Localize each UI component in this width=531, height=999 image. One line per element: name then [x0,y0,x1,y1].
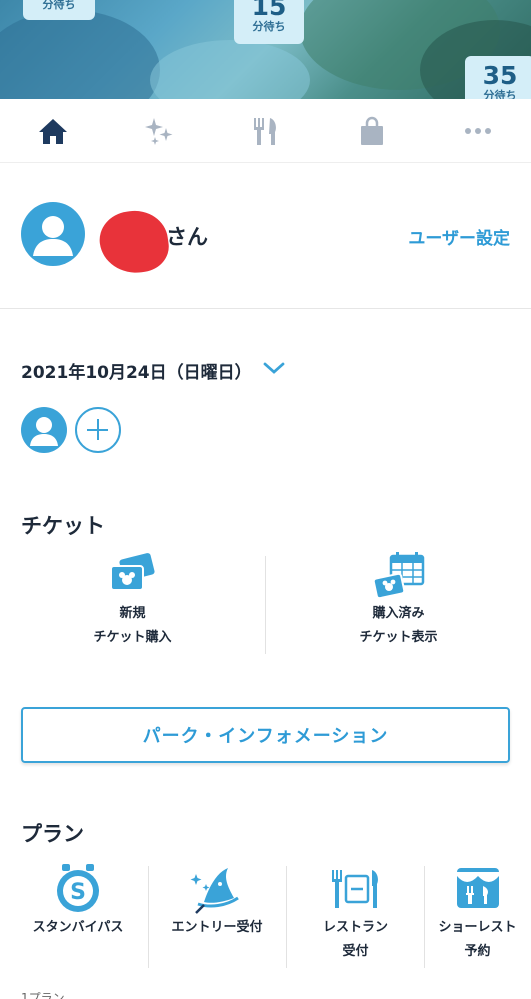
shopping-bag-icon [360,116,383,145]
park-information-button[interactable]: パーク・インフォメーション [21,707,510,763]
buy-ticket-label-1: 新規 [119,606,146,621]
wait-unit: 分待ち [252,20,286,33]
tab-shopping[interactable] [319,99,425,162]
wait-unit: 分待ち [483,89,517,99]
map-area-blob [150,40,310,99]
show-ticket-label-2: チケット表示 [359,630,438,645]
restaurant-plate-icon [331,870,378,908]
show-ticket-label-1: 購入済み [372,606,425,621]
standby-pass-button[interactable]: S スタンバイパス [0,862,156,972]
chevron-down-icon[interactable] [262,360,286,376]
visit-date[interactable]: 2021年10月24日（日曜日） [21,358,252,383]
wait-minutes: 35 [482,61,518,90]
party-member-avatar[interactable] [21,407,67,453]
map-area-blob [0,10,160,99]
redaction-scribble [96,206,172,278]
show-restaurant-icon [456,868,499,908]
wait-time-badge[interactable]: 35 分待ち [465,56,531,99]
restaurant-reservation-label: レストラン [322,920,388,935]
home-icon [39,118,68,144]
app-screen: 分待ち 15 分待ち 35 分待ち さん ユーザー設定 2021年10月24日（… [0,0,531,999]
more-icon [464,127,491,134]
svg-text:S: S [70,880,86,905]
section-title-tickets: チケット [21,514,105,538]
tab-attractions[interactable] [106,99,212,162]
tab-more[interactable] [425,99,531,162]
wait-minutes: 15 [251,0,287,21]
divider [424,866,425,968]
divider [286,866,287,968]
plan-count: 1プラン [21,991,65,999]
divider [265,556,266,654]
show-ticket-button[interactable]: 購入済み チケット表示 [266,550,531,660]
restaurant-reservation-label-2: 受付 [342,944,369,959]
wait-time-badge[interactable]: 分待ち [23,0,95,20]
divider [148,866,149,968]
tab-home[interactable] [0,99,106,162]
show-restaurant-button[interactable]: ショーレスト 予約 [424,862,531,972]
buy-ticket-button[interactable]: 新規 チケット購入 [0,550,265,660]
user-silhouette-icon [30,417,58,446]
fork-knife-icon [253,117,276,145]
ticket-mickey-icon [109,553,155,591]
park-map-banner[interactable]: 分待ち 15 分待ち 35 分待ち [0,0,531,99]
standby-pass-icon: S [57,864,99,912]
wizard-hat-icon [190,868,239,914]
main-tab-bar [0,99,531,163]
restaurant-reservation-button[interactable]: レストラン 受付 [287,862,424,972]
buy-ticket-label-2: チケット購入 [93,630,172,645]
sparkle-icon [145,117,173,145]
add-party-member-button[interactable] [75,407,121,453]
show-restaurant-label: ショーレスト [438,920,517,935]
plan-actions: S スタンバイパス エントリー受付 レストラン 受付 ショーレスト 予約 [0,862,531,972]
user-header: さん ユーザー設定 [0,163,531,309]
avatar[interactable] [21,202,85,266]
standby-pass-label: スタンバイパス [32,920,124,935]
user-settings-link[interactable]: ユーザー設定 [408,224,510,249]
user-silhouette-icon [33,216,73,256]
wait-unit: 分待ち [42,0,76,11]
entry-request-label: エントリー受付 [171,920,263,935]
wait-time-badge[interactable]: 15 分待ち [234,0,304,44]
section-title-plans: プラン [21,822,84,846]
tab-restaurants[interactable] [212,99,318,162]
user-name: さん [166,225,208,249]
show-restaurant-label-2: 予約 [464,944,491,959]
ticket-calendar-icon [372,552,424,600]
entry-request-button[interactable]: エントリー受付 [148,862,286,972]
